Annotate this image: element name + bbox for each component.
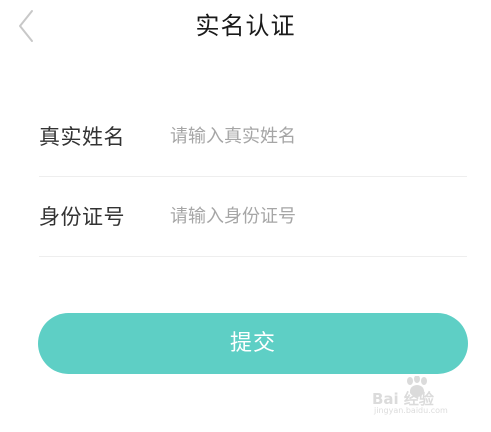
watermark-url: jingyan.baidu.com bbox=[374, 406, 448, 415]
id-number-row: 身份证号 bbox=[39, 177, 467, 257]
real-name-input[interactable] bbox=[170, 122, 467, 151]
real-name-verification-page: 实名认证 真实姓名 身份证号 提交 Bai 经验 jingyan.baidu.c… bbox=[0, 0, 491, 432]
baidu-jingyan-watermark: Bai 经验 jingyan.baidu.com bbox=[372, 376, 482, 416]
name-row: 真实姓名 bbox=[39, 97, 467, 177]
page-title: 实名认证 bbox=[195, 12, 296, 40]
nav-bar: 实名认证 bbox=[0, 0, 491, 56]
name-label: 真实姓名 bbox=[39, 124, 125, 149]
id-number-input[interactable] bbox=[170, 202, 467, 231]
id-number-label: 身份证号 bbox=[39, 204, 125, 229]
verification-form: 真实姓名 身份证号 bbox=[39, 97, 467, 257]
submit-button[interactable]: 提交 bbox=[38, 313, 468, 374]
